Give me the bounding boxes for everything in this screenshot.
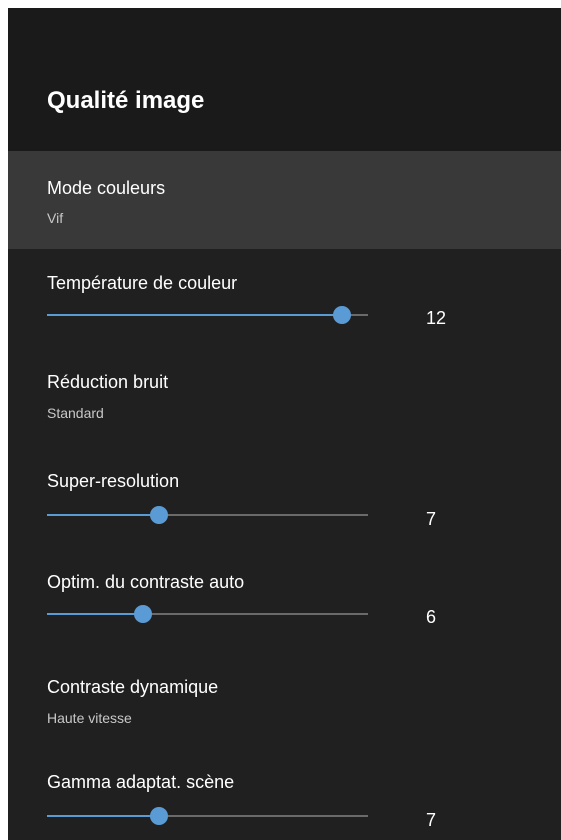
item-value: Haute vitesse [47,710,132,726]
slider-value: 12 [426,308,447,328]
slider-track[interactable] [47,506,368,524]
item-label: Optim. du contraste auto [47,572,245,592]
slider-track[interactable] [47,605,368,623]
item-label: Gamma adaptat. scène [47,772,235,792]
header: Qualité image [8,8,561,151]
menu-item-auto-contrast[interactable]: Optim. du contraste auto 6 [8,543,561,641]
slider-track[interactable] [47,807,368,825]
page-title: Qualité image [47,87,205,114]
slider-thumb[interactable] [333,306,352,324]
menu-item-color-mode[interactable]: Mode couleurs Vif [8,151,561,249]
menu-item-color-temperature[interactable]: Température de couleur 12 [8,249,561,347]
item-label: Super-resolution [47,471,180,491]
menu-item-noise-reduction[interactable]: Réduction bruit Standard [8,347,561,445]
item-label: Contraste dynamique [47,677,219,697]
slider-thumb[interactable] [134,605,153,623]
slider-thumb[interactable] [150,506,169,524]
slider-value: 7 [426,509,437,529]
slider-value: 6 [426,607,437,627]
menu-item-super-resolution[interactable]: Super-resolution 7 [8,445,561,543]
menu-item-scene-gamma[interactable]: Gamma adaptat. scène 7 [8,739,561,840]
slider-fill [47,815,160,817]
item-value: Vif [47,210,64,226]
item-label: Température de couleur [47,273,238,293]
slider-thumb[interactable] [150,807,169,825]
item-label: Réduction bruit [47,372,169,392]
slider-fill [47,314,343,316]
item-label: Mode couleurs [47,178,166,198]
slider-fill [47,514,160,516]
picture-quality-panel: Qualité image Mode couleurs Vif Températ… [8,8,561,840]
item-value: Standard [47,405,104,421]
slider-fill [47,613,144,615]
slider-track[interactable] [47,306,368,324]
menu-item-dynamic-contrast[interactable]: Contraste dynamique Haute vitesse [8,641,561,739]
slider-value: 7 [426,810,437,830]
